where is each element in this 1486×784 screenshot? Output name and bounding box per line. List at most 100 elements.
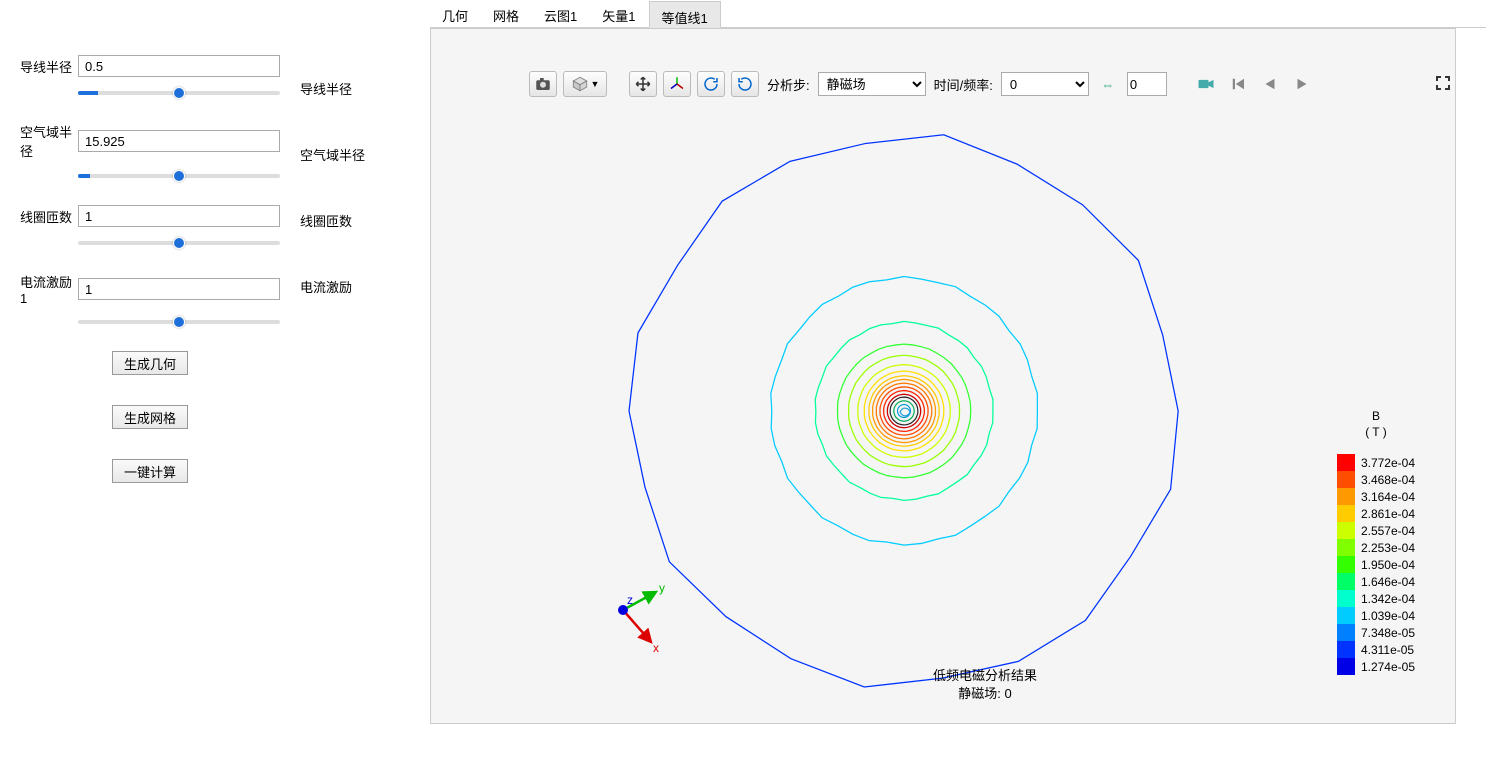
caption-coil-turns: 线圈匝数: [300, 187, 430, 253]
legend-entry: 1.274e-05: [1337, 658, 1415, 675]
param-caption-column: 导线半径 空气域半径 线圈匝数 电流激励: [300, 0, 430, 784]
view-cube-button[interactable]: ▼: [563, 71, 607, 97]
tab-1[interactable]: 网格: [481, 0, 532, 27]
legend-entry: 1.039e-04: [1337, 607, 1415, 624]
legend-swatch: [1337, 505, 1355, 522]
legend-value: 1.039e-04: [1361, 609, 1415, 623]
legend-value: 3.468e-04: [1361, 473, 1415, 487]
fullscreen-icon: [1435, 75, 1451, 91]
legend-value: 1.950e-04: [1361, 558, 1415, 572]
tab-0[interactable]: 几何: [430, 0, 481, 27]
cube-icon: [571, 75, 589, 93]
viewport-toolbar: ▼ 分析步: 静磁场 时间/频率: 0 ⇔: [529, 71, 1315, 97]
legend-unit: ( T ): [1365, 425, 1387, 439]
legend-value: 7.348e-05: [1361, 626, 1415, 640]
generate-geometry-button[interactable]: 生成几何: [112, 351, 188, 375]
frame-spinner[interactable]: [1127, 72, 1167, 96]
next-frame-button[interactable]: [1289, 72, 1315, 96]
legend-swatch: [1337, 658, 1355, 675]
current-exc-input[interactable]: [78, 278, 280, 300]
caption-wire-radius: 导线半径: [300, 55, 430, 121]
svg-text:x: x: [653, 641, 659, 655]
link-icon[interactable]: ⇔: [1095, 72, 1121, 96]
legend-swatch: [1337, 556, 1355, 573]
prev-frame-button[interactable]: [1257, 72, 1283, 96]
axis-button[interactable]: [663, 71, 691, 97]
tab-4[interactable]: 等值线1: [649, 1, 721, 28]
legend-entry: 1.342e-04: [1337, 590, 1415, 607]
result-title: 低频电磁分析结果: [933, 667, 1037, 685]
legend-value: 1.646e-04: [1361, 575, 1415, 589]
skip-first-icon: [1229, 75, 1247, 93]
rotate-cw-icon: [702, 75, 720, 93]
legend-swatch: [1337, 624, 1355, 641]
svg-text:y: y: [659, 581, 665, 595]
record-button[interactable]: [1193, 72, 1219, 96]
move-icon: [634, 75, 652, 93]
legend-swatch: [1337, 454, 1355, 471]
legend-value: 2.861e-04: [1361, 507, 1415, 521]
caption-air-radius: 空气域半径: [300, 121, 430, 187]
caption-current-exc: 电流激励: [300, 253, 430, 319]
tab-2[interactable]: 云图1: [532, 0, 590, 27]
legend-value: 3.164e-04: [1361, 490, 1415, 504]
legend-entry: 3.468e-04: [1337, 471, 1415, 488]
axis-icon: [668, 75, 686, 93]
coil-turns-label: 线圈匝数: [20, 207, 78, 226]
pan-button[interactable]: [629, 71, 657, 97]
legend-swatch: [1337, 573, 1355, 590]
analysis-step-select[interactable]: 静磁场: [818, 72, 926, 96]
legend-entry: 3.772e-04: [1337, 454, 1415, 471]
legend-value: 2.557e-04: [1361, 524, 1415, 538]
legend-entry: 7.348e-05: [1337, 624, 1415, 641]
compute-button[interactable]: 一键计算: [112, 459, 188, 483]
legend-value: 2.253e-04: [1361, 541, 1415, 555]
tab-3[interactable]: 矢量1: [590, 0, 648, 27]
legend-entry: 2.253e-04: [1337, 539, 1415, 556]
contour-plot[interactable]: [431, 99, 1455, 723]
time-freq-select[interactable]: 0: [1001, 72, 1089, 96]
color-legend: B ( T ) 3.772e-04 3.468e-04 3.164e-04 2.861…: [1337, 409, 1415, 675]
coil-turns-input[interactable]: [78, 205, 280, 227]
result-step: 静磁场: 0: [933, 685, 1037, 703]
legend-entry: 1.950e-04: [1337, 556, 1415, 573]
legend-swatch: [1337, 471, 1355, 488]
legend-value: 1.274e-05: [1361, 660, 1415, 674]
view-tabs: 几何网格云图1矢量1等值线1: [430, 0, 1486, 28]
current-exc-slider[interactable]: [78, 320, 280, 324]
screenshot-button[interactable]: [529, 71, 557, 97]
legend-swatch: [1337, 607, 1355, 624]
coil-turns-slider[interactable]: [78, 241, 280, 245]
parameter-panel: 导线半径 空气域半径 线圈匝数 电流激励1 生成几何 生成网格 一键计算: [0, 0, 300, 784]
legend-value: 3.772e-04: [1361, 456, 1415, 470]
video-icon: [1196, 74, 1216, 94]
legend-field: B: [1372, 409, 1380, 423]
rotate-ccw-icon: [736, 75, 754, 93]
first-frame-button[interactable]: [1225, 72, 1251, 96]
legend-swatch: [1337, 590, 1355, 607]
svg-text:z: z: [627, 593, 633, 607]
legend-entry: 2.557e-04: [1337, 522, 1415, 539]
camera-icon: [534, 75, 552, 93]
result-caption: 低频电磁分析结果 静磁场: 0: [933, 667, 1037, 703]
wire-radius-slider[interactable]: [78, 91, 280, 95]
viewport[interactable]: ▼ 分析步: 静磁场 时间/频率: 0 ⇔: [430, 28, 1456, 724]
legend-swatch: [1337, 641, 1355, 658]
air-radius-label: 空气域半径: [20, 122, 78, 160]
legend-swatch: [1337, 539, 1355, 556]
generate-mesh-button[interactable]: 生成网格: [112, 405, 188, 429]
next-icon: [1293, 75, 1311, 93]
legend-swatch: [1337, 488, 1355, 505]
fullscreen-button[interactable]: [1435, 75, 1451, 94]
legend-entry: 3.164e-04: [1337, 488, 1415, 505]
legend-entry: 1.646e-04: [1337, 573, 1415, 590]
time-freq-label: 时间/频率:: [934, 75, 993, 94]
air-radius-input[interactable]: [78, 130, 280, 152]
air-radius-slider[interactable]: [78, 174, 280, 178]
wire-radius-label: 导线半径: [20, 57, 78, 76]
rotate-ccw-button[interactable]: [731, 71, 759, 97]
wire-radius-input[interactable]: [78, 55, 280, 77]
prev-icon: [1261, 75, 1279, 93]
legend-entry: 4.311e-05: [1337, 641, 1415, 658]
rotate-cw-button[interactable]: [697, 71, 725, 97]
